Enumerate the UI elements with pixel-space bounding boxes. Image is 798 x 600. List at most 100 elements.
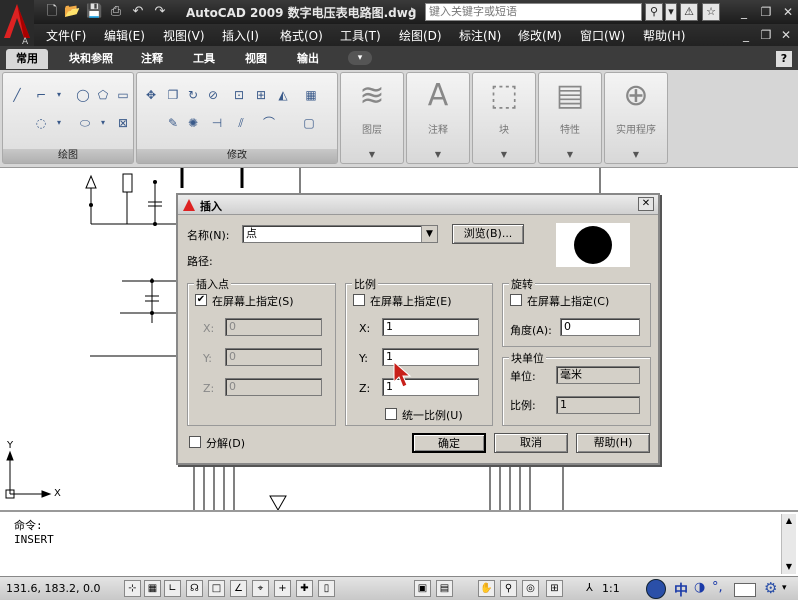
open-file-icon[interactable]: 📂 [64,4,80,20]
annotation-scale-icon[interactable]: ⅄ [586,581,593,594]
snap-mode-icon[interactable]: ⊹ [124,580,141,597]
menu-view[interactable]: 视图(V) [163,27,205,44]
help-icon[interactable]: ? [776,51,792,67]
scroll-down-icon[interactable]: ▼ [782,560,796,574]
help-button[interactable]: 帮助(H) [576,433,650,453]
search-arrow-icon[interactable]: ▸ [411,5,416,15]
lineweight-icon[interactable]: ✚ [296,580,313,597]
tab-home[interactable]: 常用 [6,49,48,69]
annotation-expand-icon[interactable]: ▼ [407,150,469,159]
stretch-icon[interactable]: ⊡ [231,87,247,103]
angle-field[interactable]: 0 [560,318,640,336]
arc-dropdown-icon[interactable]: ▾ [51,115,67,131]
object-snap-tracking-icon[interactable]: ∠ [230,580,247,597]
hatch-icon[interactable]: ⊠ [115,115,131,131]
ortho-mode-icon[interactable]: ∟ [164,580,181,597]
mirror-icon[interactable]: ◭ [275,87,291,103]
cancel-button[interactable]: 取消 [494,433,568,453]
circle-icon[interactable]: ◯ [75,87,91,103]
insertion-specify-checkbox[interactable]: ✔ [195,294,207,306]
tab-view[interactable]: 视图 [234,49,278,69]
pan-icon[interactable]: ✋ [478,580,495,597]
rotate-icon[interactable]: ↻ [185,87,201,103]
dynamic-input-icon[interactable]: + [274,580,291,597]
tab-annotate[interactable]: 注释 [130,49,174,69]
utilities-expand-icon[interactable]: ▼ [605,150,667,159]
polyline-icon[interactable]: ⌐ [33,87,49,103]
annotation-scale[interactable]: 1:1 [602,582,620,595]
extend-icon[interactable]: ⊣ [209,115,225,131]
tab-output[interactable]: 输出 [286,49,330,69]
ellipse-dropdown-icon[interactable]: ▾ [95,115,111,131]
menu-modify[interactable]: 修改(M) [518,27,562,44]
app-logo[interactable]: A [0,0,34,47]
coordinate-readout[interactable]: 131.6, 183.2, 0.0 [6,582,100,595]
layout-icon[interactable]: ▤ [436,580,453,597]
explode-checkbox[interactable] [189,436,201,448]
save-icon[interactable]: 💾 [86,4,102,20]
annotation-panel[interactable]: A 注释 ▼ [406,72,470,164]
tab-tools[interactable]: 工具 [182,49,226,69]
properties-panel[interactable]: ▤ 特性 ▼ [538,72,602,164]
ime-punctuation-icon[interactable]: °, [712,580,723,595]
insertion-z-field[interactable]: 0 [225,378,322,396]
arc-icon[interactable]: ◌ [33,115,49,131]
ok-button[interactable]: 确定 [412,433,486,453]
ime-halfwidth-icon[interactable]: ◑ [694,580,705,595]
draw-panel-label[interactable]: 绘图 [3,149,133,163]
grid-display-icon[interactable]: ▦ [144,580,161,597]
redo-icon[interactable]: ↷ [152,4,168,20]
properties-expand-icon[interactable]: ▼ [539,150,601,159]
properties-match-icon[interactable]: ▢ [301,115,317,131]
name-dropdown-icon[interactable]: ▼ [421,226,437,242]
menu-dimension[interactable]: 标注(N) [459,27,501,44]
object-snap-icon[interactable]: □ [208,580,225,597]
explode-icon[interactable]: ✺ [185,115,201,131]
scale-icon[interactable]: ⊞ [253,87,269,103]
menu-edit[interactable]: 编辑(E) [104,27,145,44]
showmotion-icon[interactable]: ⊞ [546,580,563,597]
menu-insert[interactable]: 插入(I) [222,27,259,44]
minimize-icon[interactable]: _ [736,4,752,20]
uniform-scale-checkbox[interactable] [385,408,397,420]
restore-icon[interactable]: ❐ [758,4,774,20]
command-window[interactable]: 命令: INSERT ▲ ▼ [0,510,798,576]
array-icon[interactable]: ▦ [303,87,319,103]
menu-help[interactable]: 帮助(H) [643,27,685,44]
insertion-x-field[interactable]: 0 [225,318,322,336]
block-expand-icon[interactable]: ▼ [473,150,535,159]
offset-icon[interactable]: ⫽ [233,115,249,131]
trim-icon[interactable]: ⊘ [205,87,221,103]
line-icon[interactable]: ╱ [9,87,25,103]
close-icon[interactable]: ✕ [780,4,796,20]
rectangle-icon[interactable]: ▭ [115,87,131,103]
tab-blocks-references[interactable]: 块和参照 [60,49,122,69]
block-panel[interactable]: ⬚ 块 ▼ [472,72,536,164]
ime-keyboard-icon[interactable] [734,583,756,597]
doc-restore-icon[interactable]: ❐ [758,27,774,43]
dynamic-ucs-icon[interactable]: ⌖ [252,580,269,597]
modify-panel-label[interactable]: 修改 [137,149,337,163]
scale-specify-checkbox[interactable] [353,294,365,306]
scroll-up-icon[interactable]: ▲ [782,514,796,528]
quick-properties-icon[interactable]: ▯ [318,580,335,597]
ellipse-icon[interactable]: ⬭ [77,115,93,131]
ime-mode-label[interactable]: 中 [674,580,688,600]
insertion-y-field[interactable]: 0 [225,348,322,366]
undo-icon[interactable]: ↶ [130,4,146,20]
ime-logo-icon[interactable] [646,579,666,599]
copy-icon[interactable]: ❐ [165,87,181,103]
doc-close-icon[interactable]: ✕ [778,27,794,43]
print-icon[interactable]: ⎙ [108,4,124,20]
menu-tools[interactable]: 工具(T) [340,27,381,44]
new-file-icon[interactable]: 🗋 [44,4,60,20]
communication-center-icon[interactable]: ⚠ [680,3,698,21]
layers-panel[interactable]: ≋ 图层 ▼ [340,72,404,164]
search-icon[interactable]: ⚲ [645,3,663,21]
doc-minimize-icon[interactable]: _ [738,27,754,43]
polar-tracking-icon[interactable]: ☊ [186,580,203,597]
command-scrollbar[interactable]: ▲ ▼ [781,514,796,574]
name-combobox[interactable]: 点 ▼ [242,225,438,243]
layers-expand-icon[interactable]: ▼ [341,150,403,159]
erase-icon[interactable]: ✎ [165,115,181,131]
